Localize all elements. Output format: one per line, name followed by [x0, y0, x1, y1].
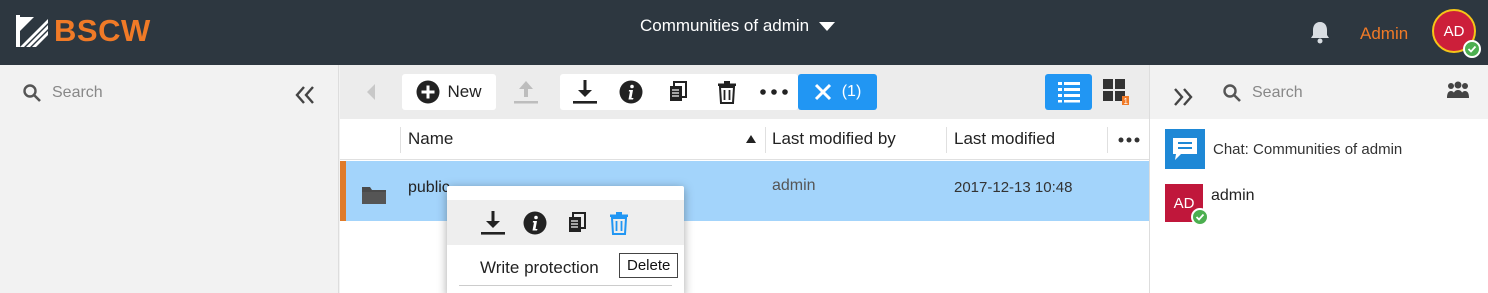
chat-link[interactable]: Chat: Communities of admin [1165, 129, 1402, 169]
back-icon[interactable] [366, 83, 376, 101]
selection-count: (1) [841, 83, 862, 100]
chat-label: Chat: Communities of admin [1213, 140, 1403, 158]
clear-selection-button[interactable]: (1) [798, 74, 877, 110]
new-button[interactable]: New [402, 74, 496, 110]
upload-icon[interactable] [512, 79, 540, 105]
search-placeholder: Search [52, 84, 103, 101]
column-last-modified-by[interactable]: Last modified by [772, 129, 896, 149]
column-last-modified[interactable]: Last modified [954, 129, 1055, 149]
download-icon[interactable] [479, 210, 507, 236]
column-divider [946, 127, 947, 153]
double-chevron-left-icon[interactable] [294, 85, 316, 110]
left-search[interactable]: Search [22, 83, 103, 103]
search-placeholder: Search [1252, 84, 1303, 101]
info-icon[interactable] [619, 80, 643, 104]
right-sidebar-toolbar: Search [1150, 65, 1488, 119]
plus-icon [416, 80, 440, 104]
member-name: admin [1211, 187, 1255, 204]
copy-icon[interactable] [567, 212, 587, 234]
avatar-initials: AD [1443, 22, 1465, 40]
column-divider [765, 127, 766, 153]
right-sidebar: Search Chat: Communities of admin AD adm… [1149, 65, 1488, 293]
logo-mark-icon [14, 13, 50, 49]
row-modified-by: admin [772, 177, 816, 194]
tooltip-delete: Delete [619, 253, 679, 278]
double-chevron-right-icon[interactable] [1172, 87, 1194, 112]
column-options-icon[interactable] [1118, 137, 1140, 143]
row-name[interactable]: public [408, 179, 450, 197]
more-icon[interactable] [760, 89, 788, 95]
community-title: Communities of admin [640, 16, 810, 35]
info-icon[interactable] [523, 211, 547, 235]
folder-icon [362, 187, 386, 204]
list-view-button[interactable] [1045, 74, 1092, 110]
download-icon[interactable] [571, 79, 599, 105]
right-search[interactable]: Search [1222, 83, 1303, 103]
online-check-icon [1463, 40, 1481, 58]
search-icon [1223, 84, 1241, 102]
trash-icon[interactable] [717, 80, 737, 104]
top-header: BSCW Communities of admin Admin AD [0, 0, 1488, 65]
svg-text:1: 1 [1124, 97, 1129, 106]
bell-icon[interactable] [1309, 20, 1331, 49]
member-initials: AD [1173, 194, 1195, 212]
chevron-down-icon [819, 21, 836, 31]
members-icon[interactable] [1446, 81, 1470, 106]
row-modified: 2017-12-13 10:48 [954, 179, 1073, 196]
community-switcher[interactable]: Communities of admin [640, 16, 836, 36]
app-logo[interactable]: BSCW [14, 13, 151, 49]
table-header: Name Last modified by Last modified [340, 119, 1149, 160]
column-divider [400, 127, 401, 153]
search-icon [23, 84, 41, 102]
column-name[interactable]: Name [408, 129, 453, 149]
new-label: New [447, 82, 482, 101]
toolbar: New (1) 1 [340, 65, 1149, 119]
trash-icon[interactable] [609, 211, 629, 235]
chat-icon [1165, 129, 1205, 169]
menu-divider [459, 285, 672, 286]
online-check-icon [1191, 208, 1209, 226]
user-name-link[interactable]: Admin [1360, 24, 1408, 44]
copy-icon[interactable] [668, 81, 688, 103]
close-icon [814, 83, 831, 101]
grid-view-icon[interactable]: 1 [1102, 78, 1130, 111]
left-sidebar: Search [0, 65, 339, 293]
sort-asc-icon[interactable] [746, 135, 756, 143]
logo-text: BSCW [54, 13, 151, 48]
row-selected-marker [340, 161, 346, 221]
context-menu-actions [447, 200, 684, 245]
menu-item-write-protection[interactable]: Write protection [480, 258, 599, 278]
column-divider [1107, 127, 1108, 153]
context-menu: Write protection Delete [447, 186, 684, 293]
list-view-icon [1057, 82, 1080, 103]
user-avatar[interactable]: AD [1432, 9, 1481, 58]
